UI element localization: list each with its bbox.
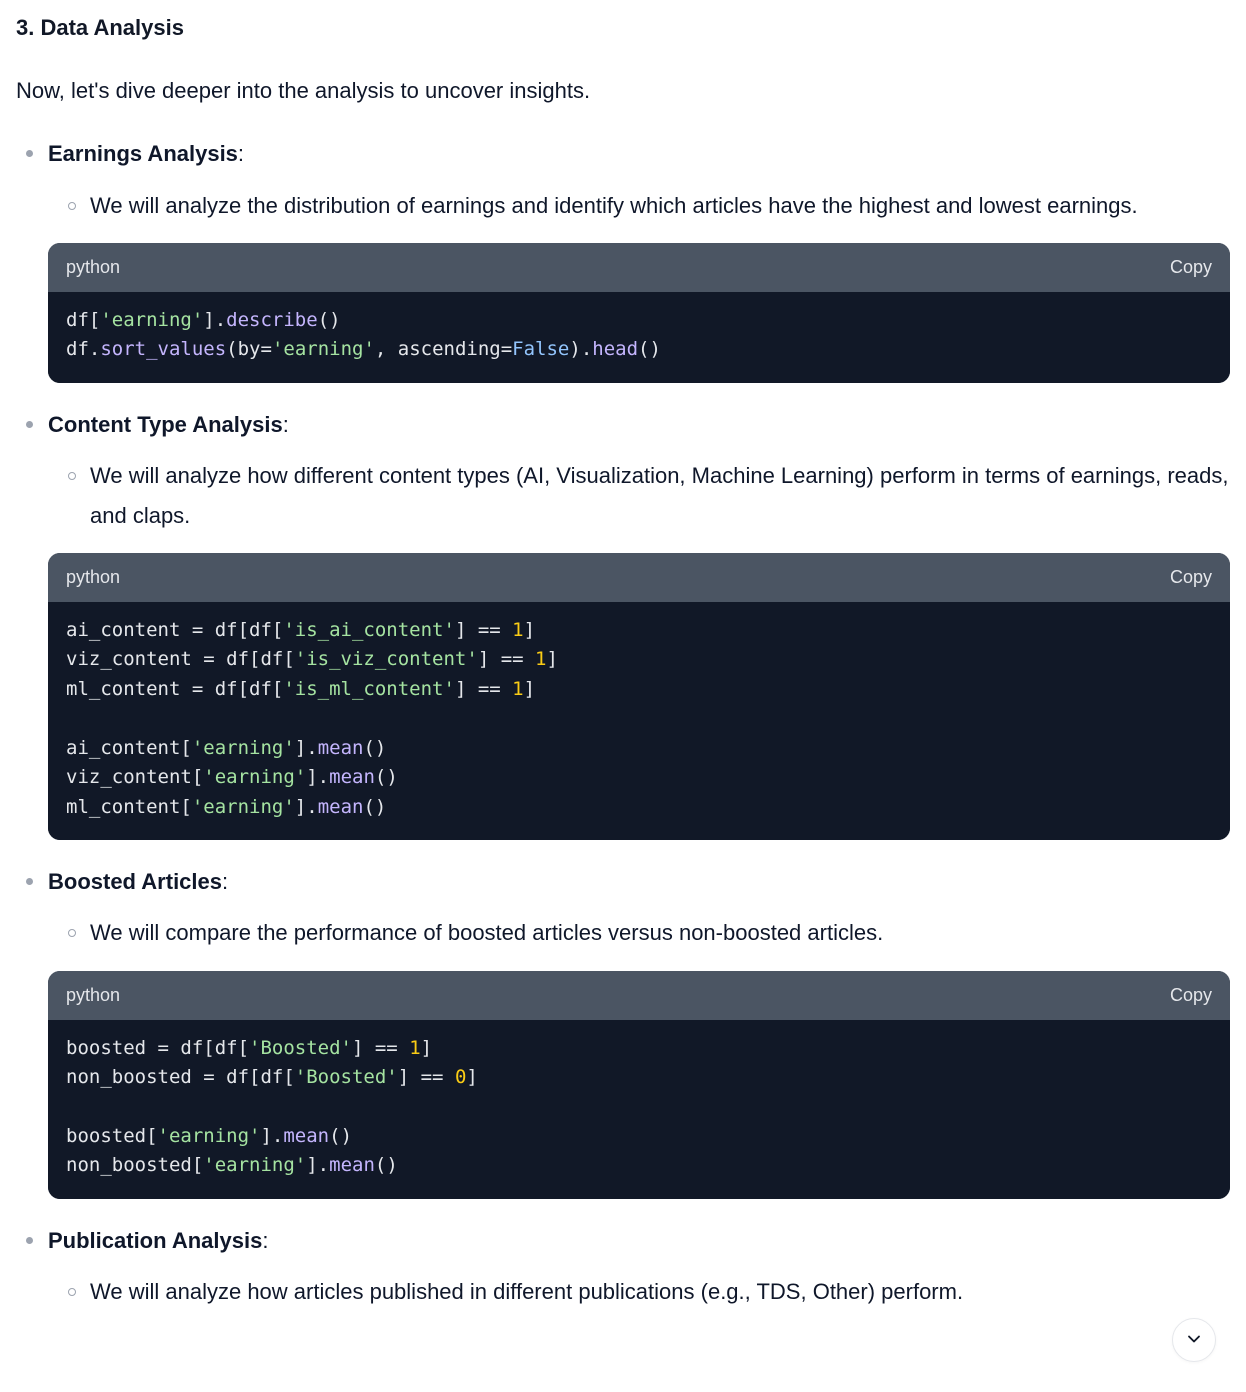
list-item: Publication Analysis: We will analyze how… xyxy=(48,1223,1230,1312)
item-heading: Publication Analysis: xyxy=(48,1223,1230,1258)
code-block: python Copy df['earning'].describe() df.so… xyxy=(48,243,1230,383)
item-colon: : xyxy=(262,1228,268,1253)
code-content: ai_content = df[df['is_ai_content'] == 1… xyxy=(48,602,1230,840)
item-description: We will analyze the distribution of earn… xyxy=(90,186,1230,226)
code-language-label: python xyxy=(66,563,120,592)
item-title: Publication Analysis xyxy=(48,1228,262,1253)
code-content: df['earning'].describe() df.sort_values(… xyxy=(48,292,1230,383)
code-header: python Copy xyxy=(48,243,1230,292)
item-colon: : xyxy=(222,869,228,894)
section-title: Data Analysis xyxy=(40,15,183,40)
item-heading: Earnings Analysis: xyxy=(48,136,1230,171)
item-heading: Boosted Articles: xyxy=(48,864,1230,899)
item-title: Boosted Articles xyxy=(48,869,222,894)
section-number: 3. xyxy=(16,15,34,40)
sub-list: We will analyze the distribution of earn… xyxy=(48,186,1230,226)
section-heading: 3. Data Analysis xyxy=(16,10,1230,45)
sub-list: We will analyze how articles published i… xyxy=(48,1272,1230,1312)
item-title: Content Type Analysis xyxy=(48,412,283,437)
code-header: python Copy xyxy=(48,971,1230,1020)
sub-list: We will analyze how different content ty… xyxy=(48,456,1230,535)
item-colon: : xyxy=(238,141,244,166)
code-language-label: python xyxy=(66,981,120,1010)
item-colon: : xyxy=(283,412,289,437)
code-block: python Copy boosted = df[df['Boosted'] == … xyxy=(48,971,1230,1199)
chevron-down-icon xyxy=(1184,1329,1204,1352)
analysis-list: Earnings Analysis: We will analyze the di… xyxy=(16,136,1230,1311)
list-item: Content Type Analysis: We will analyze ho… xyxy=(48,407,1230,840)
code-language-label: python xyxy=(66,253,120,282)
copy-button[interactable]: Copy xyxy=(1170,567,1212,588)
item-description: We will analyze how articles published i… xyxy=(90,1272,1230,1312)
code-block: python Copy ai_content = df[df['is_ai_cont… xyxy=(48,553,1230,840)
scroll-down-button[interactable] xyxy=(1172,1318,1216,1362)
item-title: Earnings Analysis xyxy=(48,141,238,166)
sub-list: We will compare the performance of boost… xyxy=(48,913,1230,953)
item-description: We will analyze how different content ty… xyxy=(90,456,1230,535)
code-content: boosted = df[df['Boosted'] == 1] non_boo… xyxy=(48,1020,1230,1199)
list-item: Boosted Articles: We will compare the per… xyxy=(48,864,1230,1199)
copy-button[interactable]: Copy xyxy=(1170,257,1212,278)
item-heading: Content Type Analysis: xyxy=(48,407,1230,442)
code-header: python Copy xyxy=(48,553,1230,602)
copy-button[interactable]: Copy xyxy=(1170,985,1212,1006)
item-description: We will compare the performance of boost… xyxy=(90,913,1230,953)
intro-paragraph: Now, let's dive deeper into the analysis… xyxy=(16,73,1230,108)
list-item: Earnings Analysis: We will analyze the di… xyxy=(48,136,1230,382)
